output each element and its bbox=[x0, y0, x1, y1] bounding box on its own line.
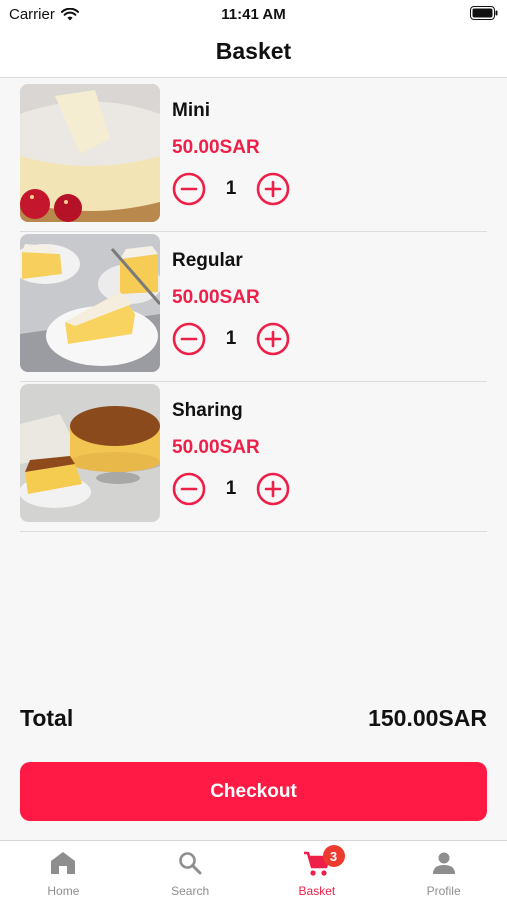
basket-item: Sharing 50.00SAR 1 bbox=[20, 382, 487, 532]
checkout-label: Checkout bbox=[210, 780, 297, 802]
cheesecake-photo bbox=[20, 384, 160, 522]
tab-search[interactable]: Search bbox=[127, 841, 254, 900]
item-name: Sharing bbox=[172, 400, 243, 421]
minus-circle-icon[interactable] bbox=[172, 472, 206, 506]
tab-profile[interactable]: Profile bbox=[380, 841, 507, 900]
quantity-stepper: 1 bbox=[172, 322, 290, 356]
plus-circle-icon[interactable] bbox=[256, 322, 290, 356]
item-name: Regular bbox=[172, 250, 243, 271]
total-row: Total 150.00SAR bbox=[20, 705, 487, 732]
basket-item: Mini 50.00SAR 1 bbox=[20, 82, 487, 232]
quantity-value: 1 bbox=[225, 478, 237, 499]
minus-circle-icon[interactable] bbox=[172, 322, 206, 356]
battery-icon bbox=[470, 6, 498, 20]
search-icon bbox=[179, 852, 202, 875]
tab-home[interactable]: Home bbox=[0, 841, 127, 900]
tab-label: Search bbox=[171, 884, 210, 898]
total-label: Total bbox=[20, 705, 74, 731]
status-time: 11:41 AM bbox=[221, 6, 286, 23]
tab-label: Home bbox=[47, 884, 80, 898]
quantity-value: 1 bbox=[225, 178, 237, 199]
checkout-button[interactable]: Checkout bbox=[20, 762, 487, 821]
tab-label: Basket bbox=[298, 884, 336, 898]
product-image bbox=[20, 384, 160, 522]
basket-list: Mini 50.00SAR 1 Regular 50.00SAR 1 Shari… bbox=[20, 82, 487, 532]
quantity-stepper: 1 bbox=[172, 472, 290, 506]
total-value: 150.00SAR bbox=[368, 705, 487, 731]
item-price: 50.00SAR bbox=[172, 437, 260, 458]
item-name: Mini bbox=[172, 100, 210, 121]
plus-circle-icon[interactable] bbox=[256, 472, 290, 506]
navigation-bar: Basket bbox=[0, 28, 507, 78]
cart-badge: 3 bbox=[322, 845, 345, 867]
tab-bar: Home Search 3 Basket Profile bbox=[0, 840, 507, 900]
home-icon bbox=[51, 852, 76, 874]
page-title: Basket bbox=[215, 38, 292, 64]
quantity-stepper: 1 bbox=[172, 172, 290, 206]
product-image bbox=[20, 234, 160, 372]
minus-circle-icon[interactable] bbox=[172, 172, 206, 206]
item-price: 50.00SAR bbox=[172, 137, 260, 158]
status-bar: Carrier 11:41 AM bbox=[0, 0, 507, 28]
tab-label: Profile bbox=[426, 884, 461, 898]
basket-item: Regular 50.00SAR 1 bbox=[20, 232, 487, 382]
cheesecake-photo bbox=[20, 84, 160, 222]
person-icon bbox=[432, 852, 455, 874]
plus-circle-icon[interactable] bbox=[256, 172, 290, 206]
tab-basket[interactable]: 3 Basket bbox=[254, 841, 381, 900]
product-image bbox=[20, 84, 160, 222]
quantity-value: 1 bbox=[225, 328, 237, 349]
cheesecake-photo bbox=[20, 234, 160, 372]
item-price: 50.00SAR bbox=[172, 287, 260, 308]
